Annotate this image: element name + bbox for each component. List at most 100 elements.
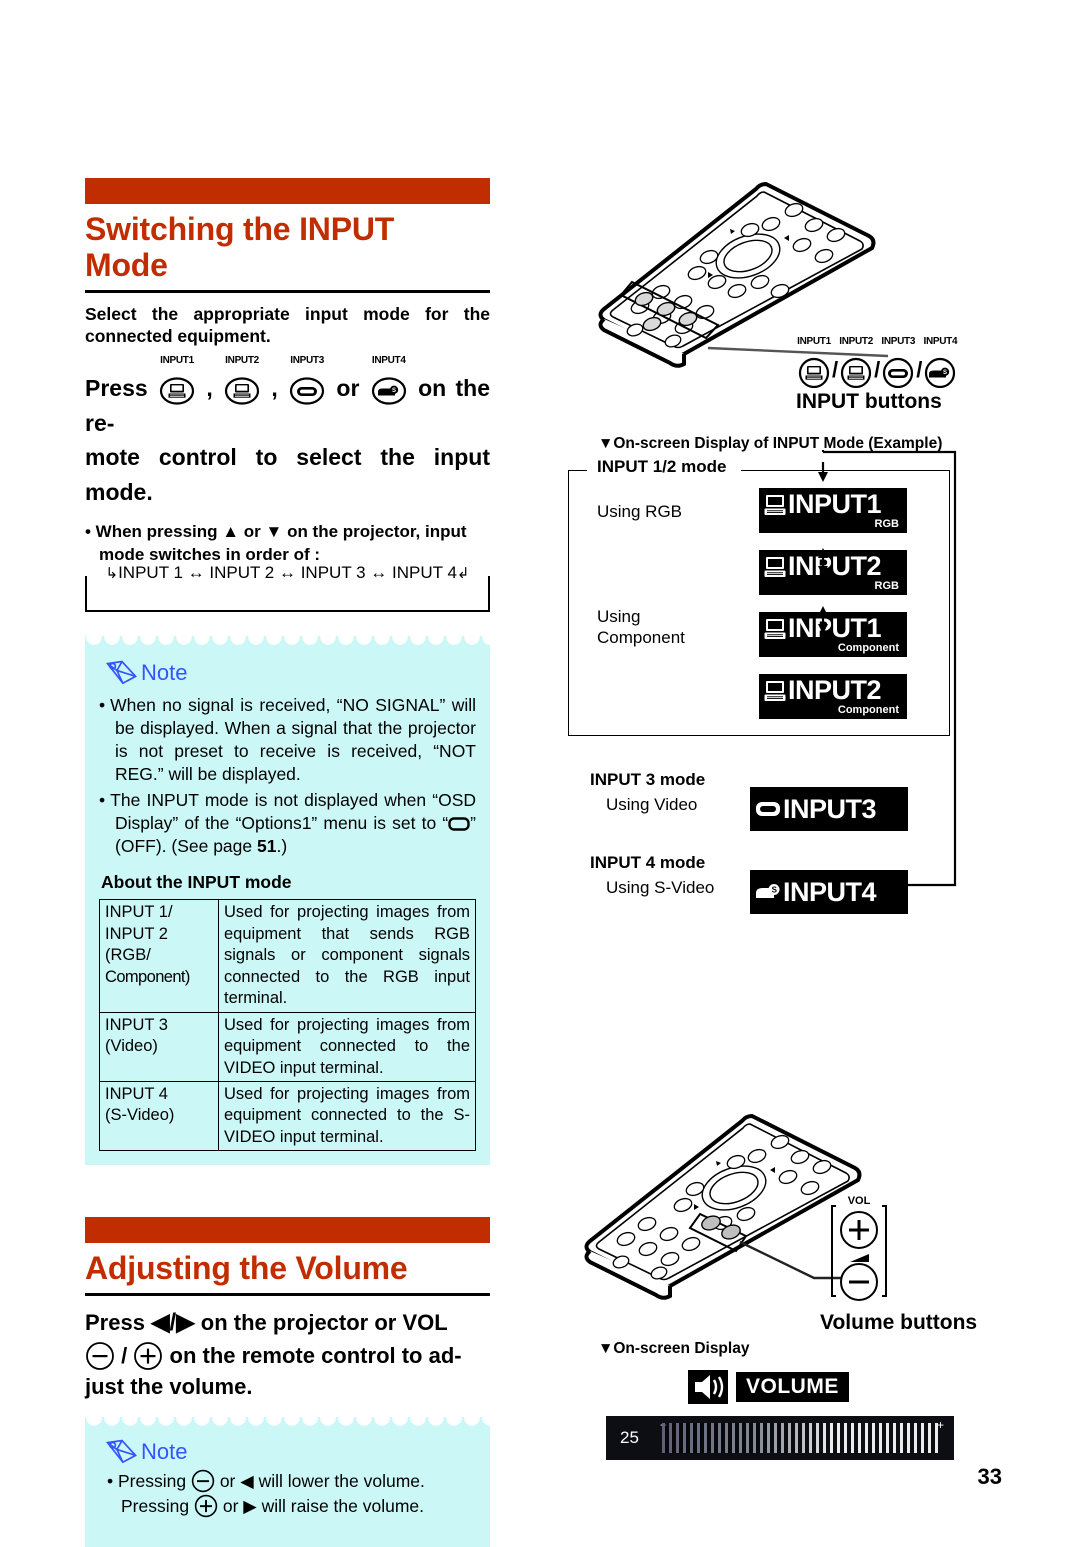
osd-main-row: S INPUT4 — [755, 878, 877, 906]
svideo-icon: S — [756, 884, 780, 898]
table-cell-desc: Used for projecting images from equipmen… — [218, 1080, 476, 1152]
input4-callout-caption: INPUT4 — [923, 336, 958, 347]
input-press-instruction-line2: mote control to select the input mode. — [85, 444, 490, 505]
vol-plus-icon — [134, 1342, 163, 1371]
section-divider-input — [85, 289, 490, 293]
using-component-line2: Component — [597, 628, 685, 648]
computer-icon — [224, 377, 260, 406]
osd-main-text: INPUT3 — [783, 793, 877, 824]
table-row: INPUT 3 (Video) Used for projecting imag… — [99, 1011, 476, 1082]
volume-press-text-2: on the remote control to ad- — [169, 1343, 462, 1369]
section-title-input-line1: Switching the INPUT — [85, 211, 395, 247]
osd-box-input2-rgb: INPUT2 RGB — [759, 550, 907, 595]
osd-input-caption: ▼On-screen Display of INPUT Mode (Exampl… — [598, 435, 943, 452]
section-divider-volume — [85, 1293, 490, 1297]
table-cell-mode-line: (S-Video) — [105, 1106, 175, 1125]
table-row: INPUT 4 (S-Video) Used for projecting im… — [99, 1080, 476, 1152]
osd-main-row: INPUT2 — [764, 553, 899, 580]
input-mode-table: INPUT 1/ INPUT 2 (RGB/ Component) Used f… — [99, 899, 476, 1152]
note-list-volume: • Pressing or ◀ will lower the volume. P… — [99, 1469, 476, 1520]
note-item-text: When no signal is received, “NO SIGNAL” … — [110, 694, 476, 785]
osd-box-input1-rgb: INPUT1 RGB — [759, 488, 907, 533]
table-cell-mode: INPUT 4 (S-Video) — [99, 1080, 219, 1152]
osd-volume-caption: ▼On-screen Display — [598, 1340, 750, 1357]
input2-callout-icon: INPUT2 — [838, 336, 874, 389]
computer-icon — [764, 556, 786, 577]
vol-plus-icon — [194, 1494, 218, 1518]
input4-mode-label: INPUT 4 mode — [590, 853, 706, 872]
input4-button-icon: INPUT4 S — [371, 355, 407, 406]
section-title-input-line2: Mode — [85, 246, 168, 283]
video-icon — [883, 357, 914, 389]
input-lead-text: Select the appropriate input mode for th… — [85, 303, 490, 347]
input2-callout-caption: INPUT2 — [839, 336, 874, 347]
table-cell-mode-line: INPUT 4 — [105, 1084, 168, 1103]
input2-button-icon: INPUT2 — [224, 355, 260, 406]
table-cell-mode-line: INPUT 1/ — [105, 903, 173, 922]
note-item-text-part-a: The INPUT mode is not displayed when “OS… — [110, 789, 476, 833]
volume-value: 25 — [620, 1428, 639, 1447]
input-buttons-callout: INPUT1 / INPUT2 / INPUT3 / INPUT4 S INPU… — [796, 336, 958, 414]
table-row: INPUT 1/ INPUT 2 (RGB/ Component) Used f… — [99, 899, 476, 1013]
osd-main-row: INPUT3 — [755, 793, 877, 824]
input-order-text: ↳INPUT 1 ↔ INPUT 2 ↔ INPUT 3 ↔ INPUT 4↲ — [87, 562, 488, 583]
osd-sub-text: RGB — [874, 518, 899, 530]
volume-press-text-1: on the projector or VOL — [200, 1310, 448, 1336]
volume-press-text-3: just the volume. — [85, 1374, 253, 1400]
table-cell-mode-line: (Video) — [105, 1037, 158, 1056]
computer-icon — [841, 357, 872, 389]
left-column: Switching the INPUT Mode Select the appr… — [85, 178, 490, 1547]
table-cell-desc: Used for projecting images from equipmen… — [218, 899, 476, 1013]
volume-buttons-diagram: VOL — [831, 1195, 887, 1301]
osd-main-text: INPUT1 — [788, 613, 882, 643]
frame-top-right-stub — [741, 470, 949, 471]
osd-box-input1-component: INPUT1 Component — [759, 612, 907, 657]
input4-callout-icon: INPUT4 S — [922, 336, 958, 389]
input-projector-bullet-line1: • When pressing ▲ or ▼ on the projector,… — [85, 522, 467, 542]
note-header-input: Note — [105, 658, 476, 688]
osd-box-input4: S INPUT4 — [750, 870, 908, 914]
press-separator-2: , — [271, 375, 278, 402]
volume-level-bar: 25 − + — [606, 1416, 954, 1460]
note-box-input: Note • When no signal is received, “NO SI… — [85, 635, 490, 1166]
osd-sub-text: RGB — [874, 580, 899, 592]
using-video-label: Using Video — [606, 795, 698, 814]
computer-icon — [764, 494, 786, 515]
input3-callout-icon: INPUT3 — [880, 336, 916, 389]
page-number: 33 — [977, 1464, 1002, 1489]
table-cell-mode-line: INPUT 2 — [105, 924, 168, 943]
note-item-text-b: or ▶ will raise the volume. — [222, 1496, 425, 1517]
speaker-icon-box — [688, 1370, 728, 1404]
frame-top-left-stub — [569, 470, 587, 471]
computer-icon — [159, 377, 195, 406]
table-cell-mode: INPUT 3 (Video) — [99, 1011, 219, 1082]
using-component-label: Using Component — [597, 606, 685, 649]
section-accent-bar-input — [85, 178, 490, 204]
note-scallop-edge — [85, 635, 490, 647]
input1-callout-icon: INPUT1 — [796, 336, 832, 389]
using-svideo-label: Using S-Video — [606, 878, 715, 897]
input-buttons-label: INPUT buttons — [796, 390, 942, 413]
press-word: Press — [85, 375, 148, 402]
note-label: Note — [141, 1438, 188, 1464]
osd-box-input2-component: INPUT2 Component — [759, 674, 907, 719]
input3-mode-label: INPUT 3 mode — [590, 770, 706, 789]
input3-button-caption: INPUT3 — [290, 355, 324, 367]
video-icon — [756, 802, 780, 816]
vol-minus-icon — [86, 1342, 114, 1371]
section-title-volume: Adjusting the Volume — [85, 1250, 408, 1287]
osd-main-row: INPUT1 — [764, 615, 899, 642]
volume-buttons-callout: VOL Volume buttons — [820, 1192, 977, 1335]
svideo-icon: S — [925, 357, 956, 389]
note-item-text-part-c: .) — [276, 836, 288, 857]
note-item: • Pressing or ◀ will lower the volume. — [107, 1469, 476, 1494]
input3-button-icon: INPUT3 — [289, 355, 325, 406]
about-input-mode-heading: About the INPUT mode — [101, 872, 292, 893]
svg-text:S: S — [392, 389, 396, 395]
input12-mode-frame: INPUT 1/2 mode Using RGB Using Component… — [568, 457, 950, 736]
note-item-text-a: Pressing — [121, 1496, 190, 1517]
note-item: • When no signal is received, “NO SIGNAL”… — [99, 694, 476, 785]
osd-main-text: INPUT1 — [788, 489, 882, 519]
input-buttons-icon-row: INPUT1 / INPUT2 / INPUT3 / INPUT4 S — [796, 336, 958, 389]
